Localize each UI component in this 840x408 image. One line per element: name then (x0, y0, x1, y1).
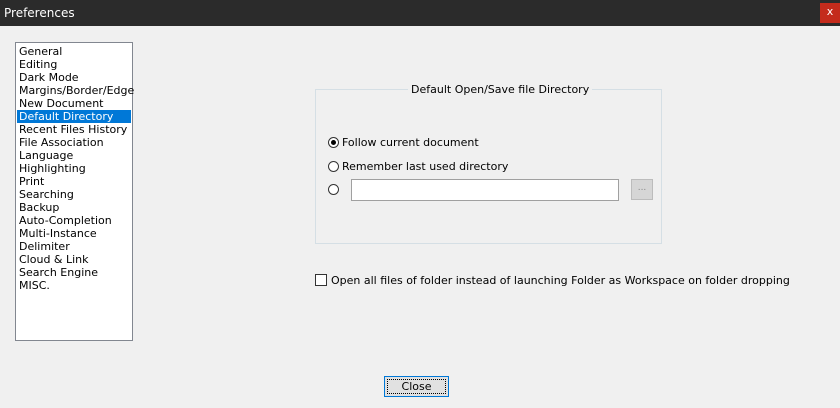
remember-last-directory-radio[interactable] (328, 160, 339, 172)
window-title: Preferences (4, 6, 75, 20)
list-item[interactable]: Backup (17, 201, 131, 214)
list-item[interactable]: File Association (17, 136, 131, 149)
list-item[interactable]: Margins/Border/Edge (17, 84, 134, 97)
list-item[interactable]: Delimiter (17, 240, 131, 253)
category-list[interactable]: General Editing Dark Mode Margins/Border… (15, 42, 134, 341)
list-item[interactable]: Multi-Instance (17, 227, 131, 240)
list-item[interactable]: Recent Files History (17, 123, 131, 136)
list-item[interactable]: Print (17, 175, 131, 188)
list-item[interactable]: Language (17, 149, 131, 162)
folder-drop-option[interactable]: Open all files of folder instead of laun… (315, 273, 790, 287)
custom-directory-radio[interactable] (328, 183, 339, 195)
custom-directory-input[interactable] (351, 179, 619, 201)
custom-directory-option[interactable] (328, 181, 339, 197)
follow-current-document-label[interactable]: Follow current document (342, 136, 479, 149)
folder-drop-checkbox[interactable] (315, 274, 327, 286)
list-item[interactable]: Cloud & Link (17, 253, 131, 266)
folder-drop-label[interactable]: Open all files of folder instead of laun… (331, 274, 790, 287)
follow-current-document-option[interactable]: Follow current document (328, 134, 479, 150)
default-directory-group: Default Open/Save file Directory Follow … (315, 83, 662, 244)
remember-last-directory-option[interactable]: Remember last used directory (328, 158, 508, 174)
list-item[interactable]: Search Engine (17, 266, 131, 279)
group-title: Default Open/Save file Directory (408, 83, 593, 96)
list-item[interactable]: New Document (17, 97, 131, 110)
list-item[interactable]: Dark Mode (17, 71, 131, 84)
list-item-selected[interactable]: Default Directory (17, 110, 131, 123)
close-button[interactable]: Close (384, 376, 449, 397)
list-item[interactable]: Editing (17, 58, 131, 71)
list-item[interactable]: Highlighting (17, 162, 131, 175)
title-bar: Preferences x (0, 0, 840, 26)
list-item[interactable]: General (17, 45, 131, 58)
remember-last-directory-label[interactable]: Remember last used directory (342, 160, 508, 173)
list-item[interactable]: MISC. (17, 279, 131, 292)
list-item[interactable]: Auto-Completion (17, 214, 131, 227)
list-item[interactable]: Searching (17, 188, 131, 201)
follow-current-document-radio[interactable] (328, 136, 339, 148)
browse-button[interactable]: ... (631, 179, 653, 200)
close-icon[interactable]: x (820, 3, 840, 23)
